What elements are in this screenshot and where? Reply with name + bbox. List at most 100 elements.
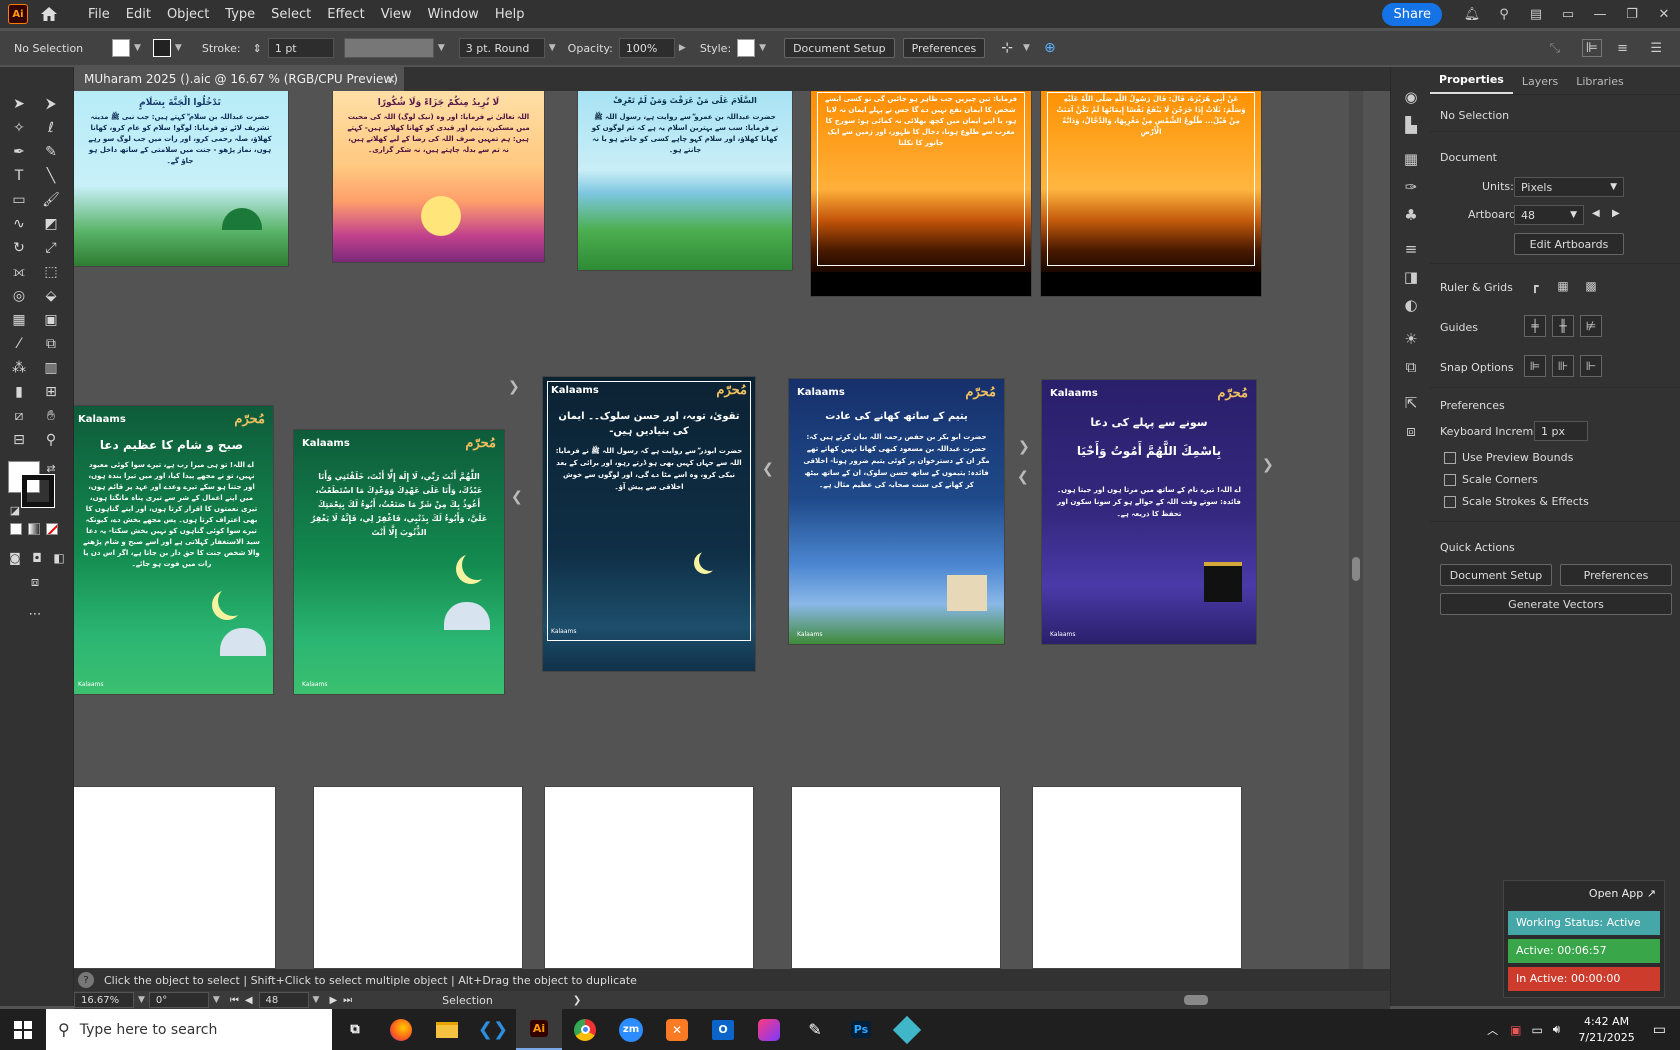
live-paint-tool-icon[interactable]: ⬙ — [40, 285, 62, 307]
symbols-panel-icon[interactable]: ♣ — [1401, 205, 1421, 225]
menu-object[interactable]: Object — [159, 7, 217, 22]
rectangle-tool-icon[interactable]: ▭ — [8, 189, 30, 211]
transparency-grid-icon[interactable]: ▩ — [1580, 275, 1602, 297]
draw-inside-icon[interactable]: ◧ — [48, 547, 70, 569]
menu-help[interactable]: Help — [487, 7, 533, 22]
next-artboard-icon[interactable]: ▶ — [329, 995, 337, 1006]
draw-behind-icon[interactable]: ◘ — [26, 547, 48, 569]
chevron-down-icon[interactable]: ▼ — [134, 43, 141, 53]
draw-normal-icon[interactable]: ◙ — [4, 547, 26, 569]
bar-graph-tool-icon[interactable]: ▮ — [8, 381, 30, 403]
hand-tool-icon[interactable]: ✋︎ — [40, 405, 62, 427]
none-mode-icon[interactable] — [46, 523, 58, 535]
chrome-icon[interactable] — [562, 1009, 608, 1050]
graphic-styles-icon[interactable]: ⧉ — [1401, 357, 1421, 377]
stroke-color-box[interactable] — [21, 474, 55, 508]
export-panel-icon[interactable]: ⇱ — [1401, 393, 1421, 413]
rotation-field[interactable]: 0° — [148, 992, 209, 1008]
pen-tool-icon[interactable]: ✒ — [8, 141, 30, 163]
artboard-blank-4[interactable] — [791, 786, 1001, 969]
magic-wand-tool-icon[interactable]: ✧ — [8, 117, 30, 139]
eraser-tool-icon[interactable]: ◩ — [40, 213, 62, 235]
notifications-icon[interactable]: ▭ — [1653, 1022, 1666, 1038]
photoshop-icon[interactable]: Ps — [838, 1009, 884, 1050]
vertical-scrollbar[interactable] — [1349, 91, 1363, 969]
menu-type[interactable]: Type — [217, 7, 263, 22]
xampp-icon[interactable]: ✕ — [654, 1009, 700, 1050]
opacity-field[interactable]: 100% — [618, 38, 675, 58]
mesh-tool-icon[interactable]: ▦ — [8, 309, 30, 331]
selection-tool-icon[interactable]: ➤ — [8, 93, 30, 115]
menu-effect[interactable]: Effect — [319, 7, 372, 22]
artboard-poster-8[interactable]: Kalaams مُحرّم تقویٰ، توبہ، اور حسن سلوک… — [542, 376, 756, 672]
previous-artboard-icon[interactable]: ◀ — [245, 995, 253, 1006]
guides-lock-icon[interactable]: ╫ — [1552, 315, 1574, 337]
generate-vectors-button[interactable]: Generate Vectors — [1440, 593, 1672, 615]
menu-window[interactable]: Window — [420, 7, 487, 22]
close-window-icon[interactable]: ✕ — [1648, 0, 1680, 28]
arrange-documents-icon[interactable]: ▤ — [1520, 0, 1552, 28]
width-tool-icon[interactable]: ⟗ — [8, 261, 30, 283]
vertical-scrollbar-thumb[interactable] — [1352, 557, 1360, 581]
stroke-panel-icon[interactable]: ≡ — [1401, 239, 1421, 259]
chevron-down-icon[interactable]: ▼ — [549, 43, 556, 53]
close-tab-icon[interactable]: × — [386, 72, 396, 86]
workspace-icon[interactable]: ▭ — [1552, 0, 1584, 28]
zoom-tool-icon[interactable]: ⚲ — [40, 429, 62, 451]
artboard-nav-arrow-icon[interactable]: ❯ — [1018, 439, 1030, 455]
horizontal-scrollbar-thumb[interactable] — [1184, 995, 1208, 1005]
preferences-button[interactable]: Preferences — [902, 38, 986, 58]
show-hidden-icons-icon[interactable]: ︿ — [1487, 1022, 1498, 1038]
first-artboard-icon[interactable]: ⏮ — [230, 995, 239, 1006]
artboard-poster-4[interactable]: فرمایا: تین چیزیں جب ظاہر ہو جائیں گی تو… — [810, 91, 1032, 297]
tab-properties[interactable]: Properties — [1430, 67, 1513, 94]
artboard-nav-arrow-icon[interactable]: ❮ — [762, 461, 774, 477]
artboard-nav-arrow-icon[interactable]: ❮ — [1017, 469, 1029, 485]
taskbar-search-box[interactable]: ⚲ Type here to search — [46, 1009, 332, 1050]
tracker-tray-icon[interactable]: ▣ — [1510, 1023, 1521, 1037]
artboard-poster-7[interactable]: Kalaams مُحرّم اللَّهُمَّ أَنْتَ رَبِّي،… — [293, 429, 505, 695]
artboard-nav-arrow-icon[interactable]: ❮ — [511, 489, 523, 505]
artboard-poster-3[interactable]: السَّلَامَ عَلَى مَنْ عَرَفْتَ وَمَنْ لَ… — [577, 91, 793, 271]
chevron-down-icon[interactable]: ▼ — [138, 995, 145, 1005]
edit-toolbar-icon[interactable]: ⋯ — [24, 603, 46, 625]
file-explorer-icon[interactable] — [424, 1009, 470, 1050]
use-preview-bounds-checkbox[interactable]: Use Preview Bounds — [1444, 451, 1573, 464]
artboard-poster-1[interactable]: تَدْخُلُوا الْجَنَّةَ بِسَلَامٍ حضرت عبد… — [74, 91, 289, 267]
quick-preferences-button[interactable]: Preferences — [1560, 564, 1672, 586]
vscode-icon[interactable]: ❮❯ — [470, 1009, 516, 1050]
shape-builder-tool-icon[interactable]: ◎ — [8, 285, 30, 307]
artboard-poster-10[interactable]: Kalaams مُحرّم سونے سے پہلے کی دعا بِاسْ… — [1041, 379, 1257, 645]
artboard-blank-1[interactable] — [74, 786, 276, 969]
screen-mode-icon[interactable]: ⧈ — [24, 571, 46, 593]
tab-layers[interactable]: Layers — [1513, 69, 1567, 94]
scale-strokes-checkbox[interactable]: Scale Strokes & Effects — [1444, 495, 1589, 508]
scroll-left-icon[interactable]: ❯ — [573, 995, 581, 1006]
snap-to-grid-icon[interactable]: ⊪ — [1552, 355, 1574, 377]
keyboard-increment-field[interactable]: 1 px — [1534, 421, 1588, 441]
scale-tool-icon[interactable]: ⤢ — [40, 237, 62, 259]
bell-icon[interactable]: 🔔︎ — [1456, 0, 1488, 28]
artboards-panel-icon[interactable]: ⧈ — [1401, 421, 1421, 441]
snap-to-pixel-icon[interactable]: ⊩ — [1580, 355, 1602, 377]
guides-show-icon[interactable]: ╪ — [1524, 315, 1546, 337]
chevron-down-icon[interactable]: ▼ — [213, 995, 220, 1005]
print-tiling-tool-icon[interactable]: ⊟ — [8, 429, 30, 451]
scale-corners-checkbox[interactable]: Scale Corners — [1444, 473, 1538, 486]
open-app-link[interactable]: Open App ↗ — [1589, 887, 1656, 900]
menu-select[interactable]: Select — [263, 7, 319, 22]
task-view-icon[interactable]: ⧉ — [332, 1009, 378, 1050]
minimize-icon[interactable]: — — [1584, 0, 1616, 28]
pen-app-icon[interactable]: ✎ — [792, 1009, 838, 1050]
artboard-blank-2[interactable] — [313, 786, 523, 969]
chevron-right-icon[interactable]: ▶ — [679, 43, 686, 53]
chevron-down-icon[interactable]: ▼ — [175, 43, 182, 53]
ruler-icon[interactable]: ┏ — [1524, 275, 1546, 297]
illustrator-taskbar-icon[interactable]: Ai — [516, 1009, 562, 1050]
stroke-swatch[interactable] — [152, 39, 171, 57]
swap-colors-icon[interactable]: ⇄ — [40, 457, 62, 479]
more-options-icon[interactable]: ≡ — [1617, 41, 1628, 56]
artboard-number-field[interactable]: 48 — [258, 992, 309, 1008]
swatches-panel-icon[interactable]: ▦ — [1401, 149, 1421, 169]
document-tab[interactable]: MUharam 2025 ().aic @ 16.67 % (RGB/CPU P… — [74, 67, 404, 91]
